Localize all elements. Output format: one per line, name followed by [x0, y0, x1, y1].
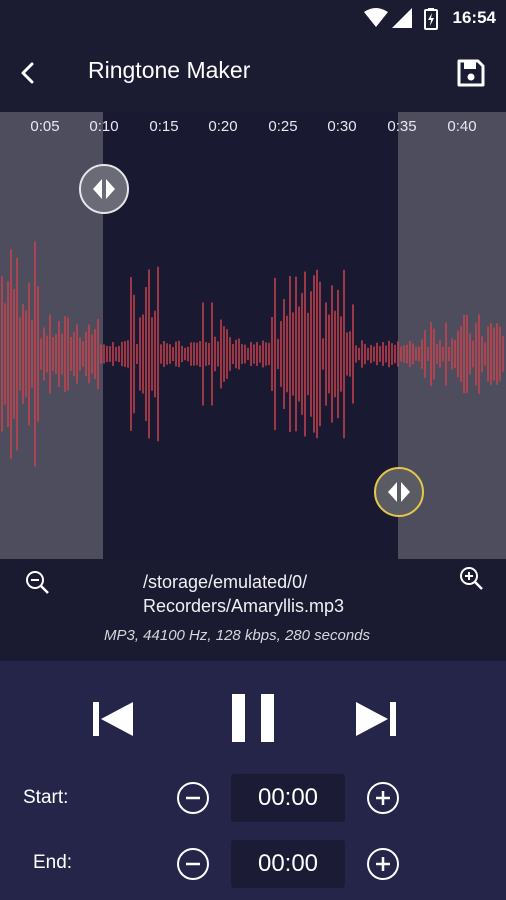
start-decrease-button[interactable]	[176, 781, 210, 815]
trim-start-handle[interactable]	[79, 164, 129, 214]
skip-next-icon[interactable]	[354, 700, 396, 738]
end-label: End:	[33, 852, 73, 873]
end-time-field[interactable]: 00:00	[231, 840, 345, 888]
drag-arrows-icon	[93, 179, 115, 199]
wifi-icon	[364, 8, 388, 27]
start-label: Start:	[23, 787, 69, 808]
trim-end-handle[interactable]	[374, 467, 424, 517]
file-info: /storage/emulated/0/ Recorders/Amaryllis…	[0, 559, 506, 661]
waveform	[1, 241, 504, 467]
waveform-area[interactable]: 0:05 0:10 0:15 0:20 0:25 0:30 0:35 0:40	[0, 112, 506, 559]
status-bar: 16:54	[0, 0, 506, 36]
controls-panel: Start: 00:00 End: 00:00	[0, 661, 506, 900]
zoom-in-icon[interactable]	[458, 565, 484, 591]
zoom-out-icon[interactable]	[24, 569, 50, 595]
file-meta: MP3, 44100 Hz, 128 kbps, 280 seconds	[104, 627, 371, 644]
signal-icon	[392, 8, 412, 28]
end-decrease-button[interactable]	[176, 847, 210, 881]
status-time: 16:54	[452, 8, 496, 27]
pause-icon[interactable]	[232, 694, 274, 742]
app-bar: Ringtone Maker	[0, 36, 506, 112]
page-title: Ringtone Maker	[88, 57, 251, 83]
skip-previous-icon[interactable]	[93, 700, 135, 738]
save-icon[interactable]	[456, 58, 486, 88]
end-increase-button[interactable]	[366, 847, 400, 881]
start-increase-button[interactable]	[366, 781, 400, 815]
drag-arrows-icon	[388, 482, 410, 502]
file-path: /storage/emulated/0/	[143, 572, 308, 592]
battery-icon	[424, 8, 438, 30]
start-time-field[interactable]: 00:00	[231, 774, 345, 822]
file-name: Recorders/Amaryllis.mp3	[143, 596, 345, 616]
arrow-back-icon[interactable]	[12, 56, 46, 90]
